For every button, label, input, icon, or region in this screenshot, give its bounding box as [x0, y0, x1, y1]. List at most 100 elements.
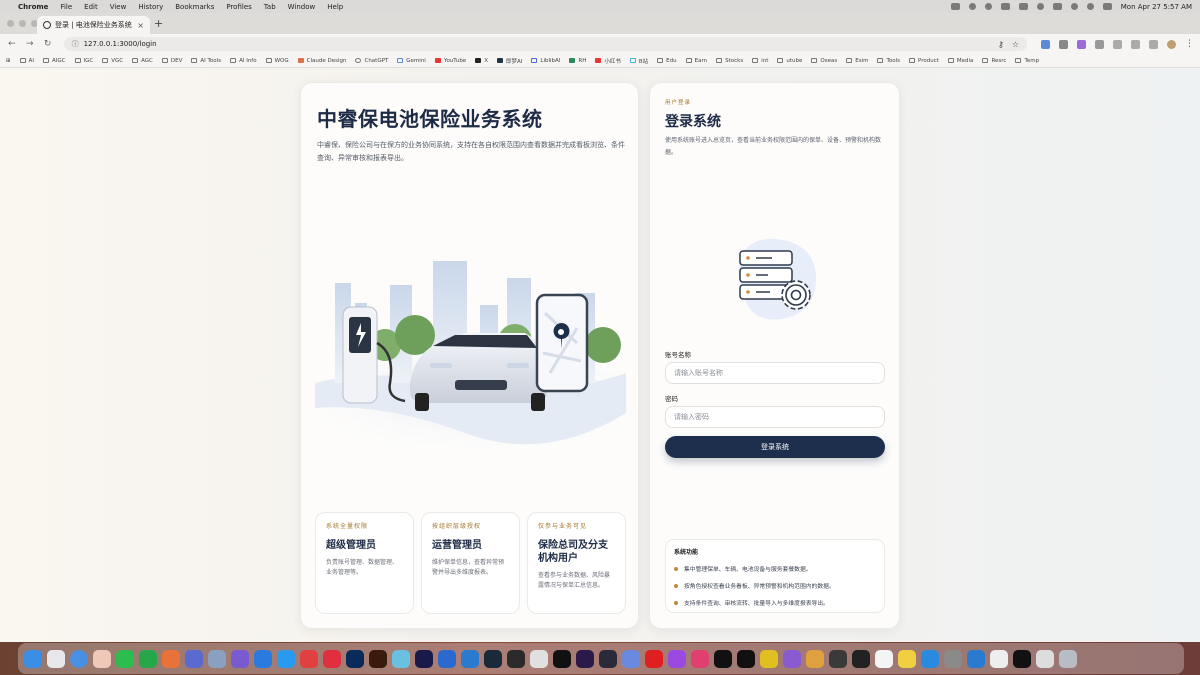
tiktok-icon[interactable]: [553, 649, 571, 668]
status-icon[interactable]: [968, 3, 976, 10]
photoshop-icon[interactable]: [346, 649, 364, 668]
link-icon[interactable]: [1113, 39, 1123, 49]
youtube-icon[interactable]: [645, 649, 663, 668]
bookmark-item[interactable]: Resrc: [982, 58, 1006, 64]
window-thumbnail[interactable]: [1013, 649, 1031, 668]
bookmark-item[interactable]: Esim: [846, 58, 868, 64]
app-icon[interactable]: [323, 649, 341, 668]
app-icon[interactable]: [162, 649, 180, 668]
podcasts-icon[interactable]: [668, 649, 686, 668]
bookmark-item[interactable]: ChatGPT: [355, 58, 388, 64]
bookmark-item[interactable]: DEV: [161, 58, 182, 64]
bookmark-item[interactable]: YouTube: [434, 58, 466, 64]
safari-icon[interactable]: [208, 649, 226, 668]
bookmark-item[interactable]: Temp: [1015, 58, 1039, 64]
bookmark-item[interactable]: Earn: [685, 58, 707, 64]
menu-help[interactable]: Help: [327, 3, 343, 11]
chrome-icon[interactable]: [70, 649, 88, 668]
bookmark-item[interactable]: int: [752, 58, 768, 64]
wifi-icon[interactable]: [1070, 3, 1078, 10]
bookmark-item[interactable]: Edu: [657, 58, 677, 64]
app-icon[interactable]: [392, 649, 410, 668]
status-icon[interactable]: [984, 3, 992, 10]
browser-tab-active[interactable]: 登录 | 电池保险业务系统 ×: [37, 16, 150, 34]
menu-tab[interactable]: Tab: [264, 3, 276, 11]
app-icon[interactable]: [737, 649, 755, 668]
bookmark-item[interactable]: IGC: [74, 58, 93, 64]
app-store-icon[interactable]: [921, 649, 939, 668]
status-icon[interactable]: [1036, 3, 1044, 10]
bookmark-item[interactable]: Tools: [877, 58, 900, 64]
bookmark-item[interactable]: VGC: [102, 58, 123, 64]
app-icon[interactable]: [760, 649, 778, 668]
control-center-icon[interactable]: [1102, 3, 1112, 10]
calendar-icon[interactable]: [875, 649, 893, 668]
window-thumbnail[interactable]: [990, 649, 1008, 668]
bookmark-item[interactable]: utube: [777, 58, 802, 64]
app-icon[interactable]: [576, 649, 594, 668]
menu-history[interactable]: History: [138, 3, 163, 11]
bookmark-item[interactable]: Stocks: [716, 58, 743, 64]
app-icon[interactable]: [783, 649, 801, 668]
bookmark-item[interactable]: Oseas: [811, 58, 837, 64]
login-button[interactable]: 登录系统: [665, 436, 885, 458]
menu-edit[interactable]: Edit: [84, 3, 98, 11]
app-icon[interactable]: [691, 649, 709, 668]
menu-window[interactable]: Window: [288, 3, 316, 11]
app-icon[interactable]: [530, 649, 548, 668]
bookmark-item[interactable]: X: [475, 58, 488, 64]
bookmark-item[interactable]: Media: [947, 58, 973, 64]
app-icon[interactable]: [599, 649, 617, 668]
apps-grid-icon[interactable]: ⊞: [6, 58, 11, 64]
app-icon[interactable]: [277, 649, 295, 668]
finder-icon[interactable]: [24, 649, 42, 668]
extension-icon[interactable]: [1059, 39, 1069, 49]
bookmark-item[interactable]: 小红书: [595, 57, 621, 65]
app-icon[interactable]: [231, 649, 249, 668]
bookmark-item[interactable]: AI Tools: [191, 58, 221, 64]
notes-icon[interactable]: [898, 649, 916, 668]
status-icon[interactable]: [950, 3, 960, 10]
code-icon[interactable]: [1131, 39, 1141, 49]
clock[interactable]: Mon Apr 27 5:57 AM: [1121, 3, 1192, 11]
menu-bookmarks[interactable]: Bookmarks: [175, 3, 214, 11]
puzzle-icon[interactable]: [1095, 39, 1105, 49]
vscode-icon[interactable]: [461, 649, 479, 668]
menu-view[interactable]: View: [110, 3, 127, 11]
new-tab-icon[interactable]: +: [154, 17, 163, 30]
app-icon[interactable]: [507, 649, 525, 668]
extension-icon[interactable]: [1077, 39, 1087, 49]
forward-icon[interactable]: →: [24, 39, 36, 49]
avatar-app-icon[interactable]: [93, 649, 111, 668]
reload-icon[interactable]: ↻: [42, 39, 54, 49]
minimize-window-icon[interactable]: [19, 20, 26, 27]
search-icon[interactable]: [1086, 3, 1094, 10]
status-icon[interactable]: [1000, 3, 1010, 10]
account-input[interactable]: [665, 362, 885, 384]
bookmark-item[interactable]: Product: [909, 58, 939, 64]
status-icon[interactable]: [1018, 3, 1028, 10]
evernote-icon[interactable]: [139, 649, 157, 668]
mail-icon[interactable]: [254, 649, 272, 668]
avatar[interactable]: [1167, 39, 1177, 49]
url-text[interactable]: 127.0.0.1:3000/login: [84, 40, 157, 48]
app-icon[interactable]: [438, 649, 456, 668]
bookmark-star-icon[interactable]: ☆: [1012, 40, 1019, 49]
bookmark-item[interactable]: LiblibAI: [531, 58, 560, 64]
back-icon[interactable]: ←: [6, 39, 18, 49]
media-encoder-icon[interactable]: [415, 649, 433, 668]
password-input[interactable]: [665, 406, 885, 428]
bookmark-item[interactable]: B站: [629, 57, 648, 65]
menu-app-name[interactable]: Chrome: [18, 3, 48, 11]
terminal-icon[interactable]: [852, 649, 870, 668]
trash-icon[interactable]: [1059, 649, 1077, 668]
bookmark-item[interactable]: Gemini: [397, 58, 426, 64]
bookmark-item[interactable]: RH: [569, 58, 586, 64]
settings-icon[interactable]: [944, 649, 962, 668]
bookmark-item[interactable]: AIGC: [43, 58, 66, 64]
menu-profiles[interactable]: Profiles: [226, 3, 251, 11]
app-icon[interactable]: [185, 649, 203, 668]
bookmark-item[interactable]: AI: [19, 58, 34, 64]
key-icon[interactable]: ⚷: [998, 40, 1004, 49]
wechat-icon[interactable]: [116, 649, 134, 668]
